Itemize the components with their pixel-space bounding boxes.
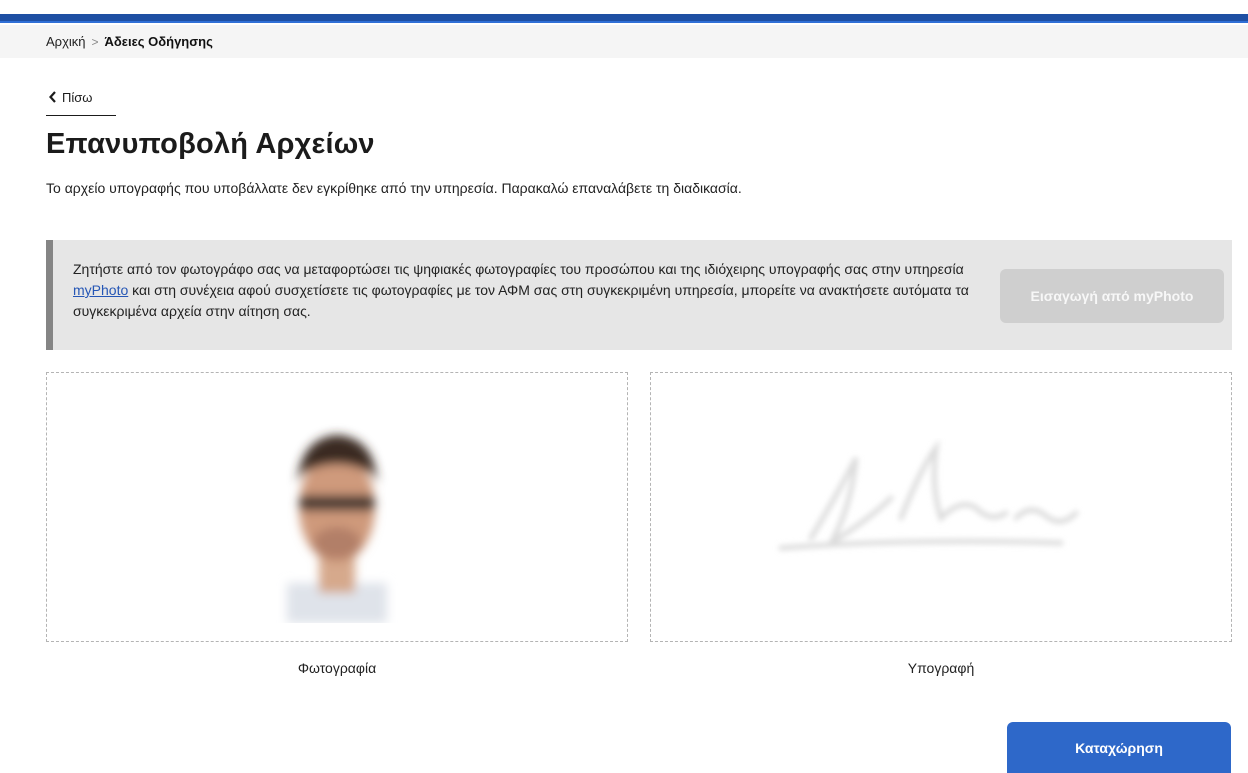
photo-upload-area[interactable] [46, 372, 628, 642]
signature-caption: Υπογραφή [907, 660, 975, 676]
breadcrumb-home-link[interactable]: Αρχική [46, 34, 86, 49]
chevron-left-icon [48, 90, 57, 108]
signature-upload-area[interactable] [650, 372, 1232, 642]
back-link[interactable]: Πίσω [46, 90, 116, 116]
submit-button[interactable]: Καταχώρηση [1007, 722, 1231, 773]
signature-thumbnail [778, 438, 1079, 551]
info-text-part-1: Ζητήστε από τον φωτογράφο σας να μεταφορ… [73, 261, 964, 277]
photo-thumbnail [287, 435, 387, 623]
photo-caption: Φωτογραφία [297, 660, 377, 676]
import-from-myphoto-button[interactable]: Εισαγωγή από myPhoto [1000, 269, 1224, 323]
info-text: Ζητήστε από τον φωτογράφο σας να μεταφορ… [73, 259, 973, 322]
back-link-label: Πίσω [62, 90, 93, 105]
page-description: Το αρχείο υπογραφής που υποβάλλατε δεν ε… [46, 180, 742, 196]
myphoto-link[interactable]: myPhoto [73, 282, 128, 298]
breadcrumb: Αρχική > Άδειες Οδήγησης [46, 34, 213, 49]
info-text-part-2: και στη συνέχεια αφού συσχετίσετε τις φω… [73, 282, 969, 319]
top-header-bar [0, 14, 1248, 23]
myphoto-info-box: Ζητήστε από τον φωτογράφο σας να μεταφορ… [46, 240, 1232, 350]
breadcrumb-separator: > [91, 34, 99, 49]
page-title: Επανυποβολή Αρχείων [46, 128, 375, 160]
breadcrumb-current: Άδειες Οδήγησης [104, 34, 213, 49]
